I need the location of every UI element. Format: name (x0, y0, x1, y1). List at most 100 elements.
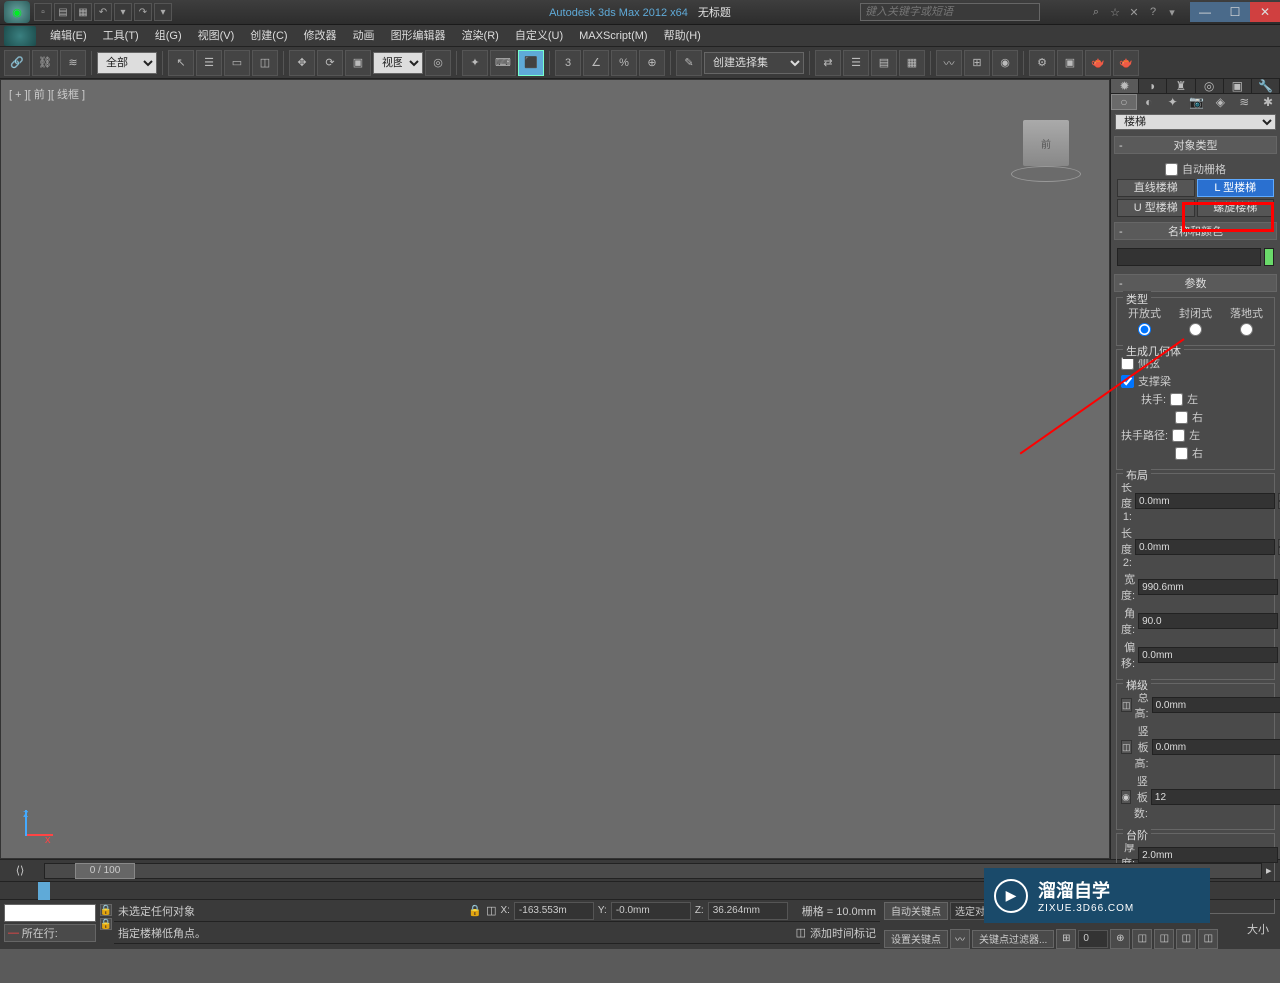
nav8-icon[interactable]: ◫ (1198, 929, 1218, 949)
path-right-checkbox[interactable] (1175, 447, 1188, 460)
favorite-icon[interactable]: ☆ (1107, 4, 1123, 20)
pivot-icon[interactable]: ◎ (425, 50, 451, 76)
menu-group[interactable]: 组(G) (147, 25, 190, 47)
spinner-snap-icon[interactable]: ⊕ (639, 50, 665, 76)
help-icon[interactable]: ? (1145, 4, 1161, 20)
lock-riser-icon[interactable]: ◫ (1121, 740, 1132, 754)
selection-set[interactable]: 创建选择集 (704, 52, 804, 74)
time-thumb[interactable]: 0 / 100 (75, 863, 135, 879)
count-input[interactable] (1151, 789, 1280, 805)
hierarchy-tab-icon[interactable]: ♜ (1167, 79, 1195, 93)
select-region-icon[interactable]: ▭ (224, 50, 250, 76)
cameras-icon[interactable]: 📷 (1185, 94, 1209, 110)
nav5-icon[interactable]: ◫ (1132, 929, 1152, 949)
auto-grid-checkbox[interactable] (1165, 163, 1178, 176)
material-icon[interactable]: ◉ (992, 50, 1018, 76)
render-icon[interactable]: 🫖 (1085, 50, 1111, 76)
riser-input[interactable] (1152, 739, 1280, 755)
utilities-tab-icon[interactable]: 🔧 (1252, 79, 1280, 93)
systems-icon[interactable]: ✱ (1256, 94, 1280, 110)
menu-create[interactable]: 创建(C) (242, 25, 295, 47)
lock2-icon[interactable]: 🔒 (100, 918, 112, 930)
maximize-button[interactable]: ☐ (1220, 2, 1250, 22)
x-coord-input[interactable] (514, 902, 594, 920)
len1-input[interactable] (1135, 493, 1275, 509)
keyboard-icon[interactable]: ⌨ (490, 50, 516, 76)
scale-icon[interactable]: ▣ (345, 50, 371, 76)
l-stair-button[interactable]: L 型楼梯 (1197, 179, 1275, 197)
lock-total-icon[interactable]: ◫ (1121, 698, 1132, 712)
path-left-checkbox[interactable] (1172, 429, 1185, 442)
layers-icon[interactable]: ▤ (871, 50, 897, 76)
lock-count-icon[interactable]: ◉ (1121, 790, 1131, 804)
menu-edit[interactable]: 编辑(E) (42, 25, 95, 47)
object-color-swatch[interactable] (1264, 248, 1274, 266)
shapes-icon[interactable]: ◐ (1137, 94, 1161, 110)
exchange-icon[interactable]: ✕ (1126, 4, 1142, 20)
key-toggle-icon[interactable]: ⊞ (1056, 929, 1076, 949)
schematic-icon[interactable]: ⊞ (964, 50, 990, 76)
close-button[interactable]: ✕ (1250, 2, 1280, 22)
window-crossing-icon[interactable]: ◫ (252, 50, 278, 76)
open-icon[interactable]: ▤ (54, 3, 72, 21)
menu-maxscript[interactable]: MAXScript(M) (571, 25, 655, 47)
viewport[interactable]: [ + ][ 前 ][ 线框 ] 前 zx (0, 79, 1110, 859)
key-filter-button[interactable]: 关键点过滤器... (972, 930, 1054, 948)
redo-icon[interactable]: ↷ (134, 3, 152, 21)
spacewarps-icon[interactable]: ≋ (1232, 94, 1256, 110)
unlink-icon[interactable]: ⛓ (32, 50, 58, 76)
frame-input[interactable] (1078, 930, 1108, 948)
move-icon[interactable]: ✥ (289, 50, 315, 76)
closed-radio[interactable] (1189, 323, 1202, 336)
viewport-label[interactable]: [ + ][ 前 ][ 线框 ] (9, 86, 85, 102)
rollout-params[interactable]: 参数 (1114, 274, 1277, 292)
time-tag-icon[interactable]: ◫ (796, 926, 806, 939)
width-input[interactable] (1138, 579, 1278, 595)
display-tab-icon[interactable]: ▣ (1224, 79, 1252, 93)
select-icon[interactable]: ↖ (168, 50, 194, 76)
script-listener[interactable] (4, 904, 96, 922)
angle-snap-icon[interactable]: ∠ (583, 50, 609, 76)
modify-tab-icon[interactable]: ◗ (1139, 79, 1167, 93)
iso-icon[interactable]: ◫ (486, 904, 496, 917)
track-handle[interactable] (38, 882, 50, 900)
total-input[interactable] (1152, 697, 1280, 713)
save-icon[interactable]: ▦ (74, 3, 92, 21)
motion-tab-icon[interactable]: ◎ (1196, 79, 1224, 93)
new-icon[interactable]: ▫ (34, 3, 52, 21)
create-tab-icon[interactable]: ✹ (1111, 79, 1139, 93)
rollout-object-type[interactable]: 对象类型 (1114, 136, 1277, 154)
comm-center-icon[interactable]: ⌕ (1088, 4, 1104, 20)
snap3-icon[interactable]: 3 (555, 50, 581, 76)
spiral-stair-button[interactable]: 螺旋楼梯 (1197, 199, 1275, 217)
handrail-left-checkbox[interactable] (1170, 393, 1183, 406)
time-config-icon[interactable]: ⟨⟩ (0, 864, 40, 877)
viewcube[interactable]: 前 (1023, 120, 1069, 166)
curve-editor-icon[interactable]: 〰 (936, 50, 962, 76)
menu-anim[interactable]: 动画 (345, 25, 383, 47)
nav6-icon[interactable]: ◫ (1154, 929, 1174, 949)
app-icon[interactable]: ◉ (4, 1, 30, 23)
nav7-icon[interactable]: ◫ (1176, 929, 1196, 949)
coord-system[interactable]: 视图 (373, 52, 423, 74)
render-frame-icon[interactable]: ▣ (1057, 50, 1083, 76)
minimize-button[interactable]: — (1190, 2, 1220, 22)
set-key-button[interactable]: 设置关键点 (884, 930, 948, 948)
lights-icon[interactable]: ✦ (1161, 94, 1185, 110)
rollout-name-color[interactable]: 名称和颜色 (1114, 222, 1277, 240)
y-coord-input[interactable] (611, 902, 691, 920)
u-stair-button[interactable]: U 型楼梯 (1117, 199, 1195, 217)
bind-icon[interactable]: ≋ (60, 50, 86, 76)
named-sel-icon[interactable]: ✎ (676, 50, 702, 76)
straight-stair-button[interactable]: 直线楼梯 (1117, 179, 1195, 197)
menu-render[interactable]: 渲染(R) (454, 25, 507, 47)
viewcube-ring[interactable] (1011, 166, 1081, 182)
time-config2-icon[interactable]: ⊕ (1110, 929, 1130, 949)
link-icon[interactable]: 🔗 (4, 50, 30, 76)
menu-help[interactable]: 帮助(H) (656, 25, 709, 47)
z-coord-input[interactable] (708, 902, 788, 920)
menu-tools[interactable]: 工具(T) (95, 25, 147, 47)
lock-selection-icon[interactable]: 🔒 (468, 904, 482, 917)
undo-icon[interactable]: ↶ (94, 3, 112, 21)
handrail-right-checkbox[interactable] (1175, 411, 1188, 424)
